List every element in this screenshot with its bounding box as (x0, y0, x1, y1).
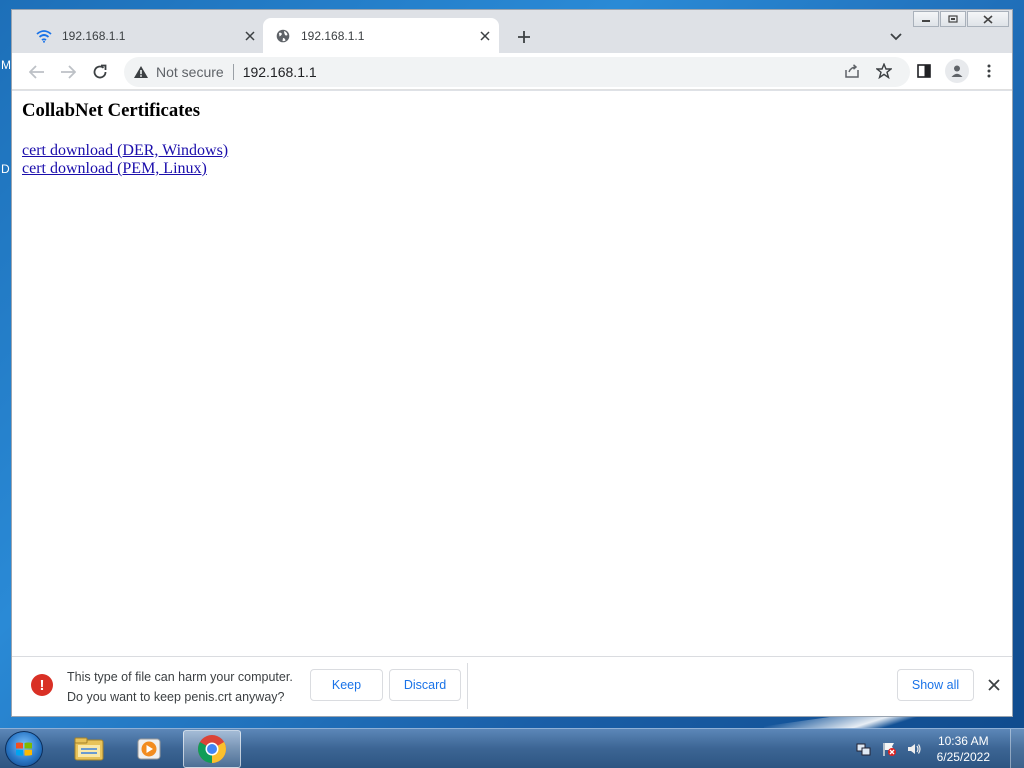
media-player-icon (137, 738, 161, 760)
new-tab-button[interactable] (512, 25, 536, 49)
taskbar-explorer-button[interactable] (60, 730, 118, 768)
tab-title: 192.168.1.1 (62, 28, 126, 43)
url-text[interactable]: 192.168.1.1 (243, 64, 317, 80)
download-bar-divider (467, 663, 468, 709)
action-center-flag-icon[interactable] (879, 739, 899, 759)
security-status-label[interactable]: Not secure (156, 64, 224, 80)
download-warning-text: This type of file can harm your computer… (67, 667, 293, 707)
cert-download-pem-link[interactable]: cert download (PEM, Linux) (22, 160, 1002, 178)
tab-globe-192-168-1-1[interactable]: 192.168.1.1 (263, 18, 499, 53)
more-menu-icon[interactable] (978, 60, 1000, 82)
reload-icon[interactable] (88, 60, 112, 84)
tab-title: 192.168.1.1 (301, 28, 365, 43)
show-all-button[interactable]: Show all (897, 669, 974, 701)
start-button[interactable] (5, 731, 43, 767)
tab-wifi-192-168-1-1[interactable]: 192.168.1.1 (24, 18, 264, 53)
globe-icon (275, 28, 291, 44)
forward-arrow-icon[interactable] (56, 60, 80, 84)
download-warning-line: This type of file can harm your computer… (67, 670, 293, 684)
chrome-icon (198, 735, 226, 763)
volume-icon[interactable] (904, 739, 924, 759)
restore-button[interactable] (940, 11, 966, 27)
desktop-icon-label: D (1, 162, 10, 176)
browser-window: 192.168.1.1 192.168.1.1 Not secure 192.1… (11, 9, 1013, 717)
clock-time: 10:36 AM (937, 734, 989, 748)
cert-download-der-link[interactable]: cert download (DER, Windows) (22, 142, 1002, 160)
window-controls (912, 11, 1009, 27)
taskbar-media-player-button[interactable] (120, 730, 178, 768)
browser-toolbar: Not secure 192.168.1.1 (12, 53, 1012, 90)
network-icon[interactable] (854, 739, 874, 759)
minimize-button[interactable] (913, 11, 939, 27)
side-panel-icon[interactable] (913, 60, 935, 82)
bookmark-star-icon[interactable] (873, 60, 895, 82)
taskbar: 10:36 AM 6/25/2022 (0, 728, 1024, 768)
warning-triangle-icon[interactable] (132, 63, 150, 81)
page-content: CollabNet Certificates cert download (DE… (12, 91, 1012, 656)
close-tab-icon[interactable] (475, 26, 495, 46)
profile-avatar-icon[interactable] (945, 59, 969, 83)
address-divider (232, 64, 234, 80)
download-bar: ! This type of file can harm your comput… (12, 656, 1012, 716)
explorer-icon (74, 737, 104, 761)
system-tray: 10:36 AM 6/25/2022 (854, 729, 1024, 768)
clock-date: 6/25/2022 (936, 750, 990, 764)
close-window-button[interactable] (967, 11, 1009, 27)
page-title: CollabNet Certificates (22, 100, 200, 121)
tab-search-chevron-down-icon[interactable] (886, 27, 906, 47)
share-icon[interactable] (841, 60, 863, 82)
system-clock[interactable]: 10:36 AM 6/25/2022 (937, 733, 990, 765)
windows-logo-icon (16, 742, 32, 756)
tab-strip: 192.168.1.1 192.168.1.1 (12, 10, 1012, 53)
desktop-icon-label: M (1, 58, 11, 72)
close-tab-icon[interactable] (240, 26, 260, 46)
taskbar-chrome-button[interactable] (183, 730, 241, 768)
error-exclamation-icon: ! (31, 674, 53, 696)
show-desktop-button[interactable] (1010, 729, 1024, 768)
address-bar[interactable]: Not secure 192.168.1.1 (124, 57, 910, 87)
download-warning-line: Do you want to keep penis.crt anyway? (67, 690, 285, 704)
wifi-icon (36, 28, 52, 44)
back-arrow-icon[interactable] (25, 60, 49, 84)
discard-button[interactable]: Discard (389, 669, 461, 701)
keep-button[interactable]: Keep (310, 669, 383, 701)
close-icon[interactable] (984, 675, 1004, 695)
